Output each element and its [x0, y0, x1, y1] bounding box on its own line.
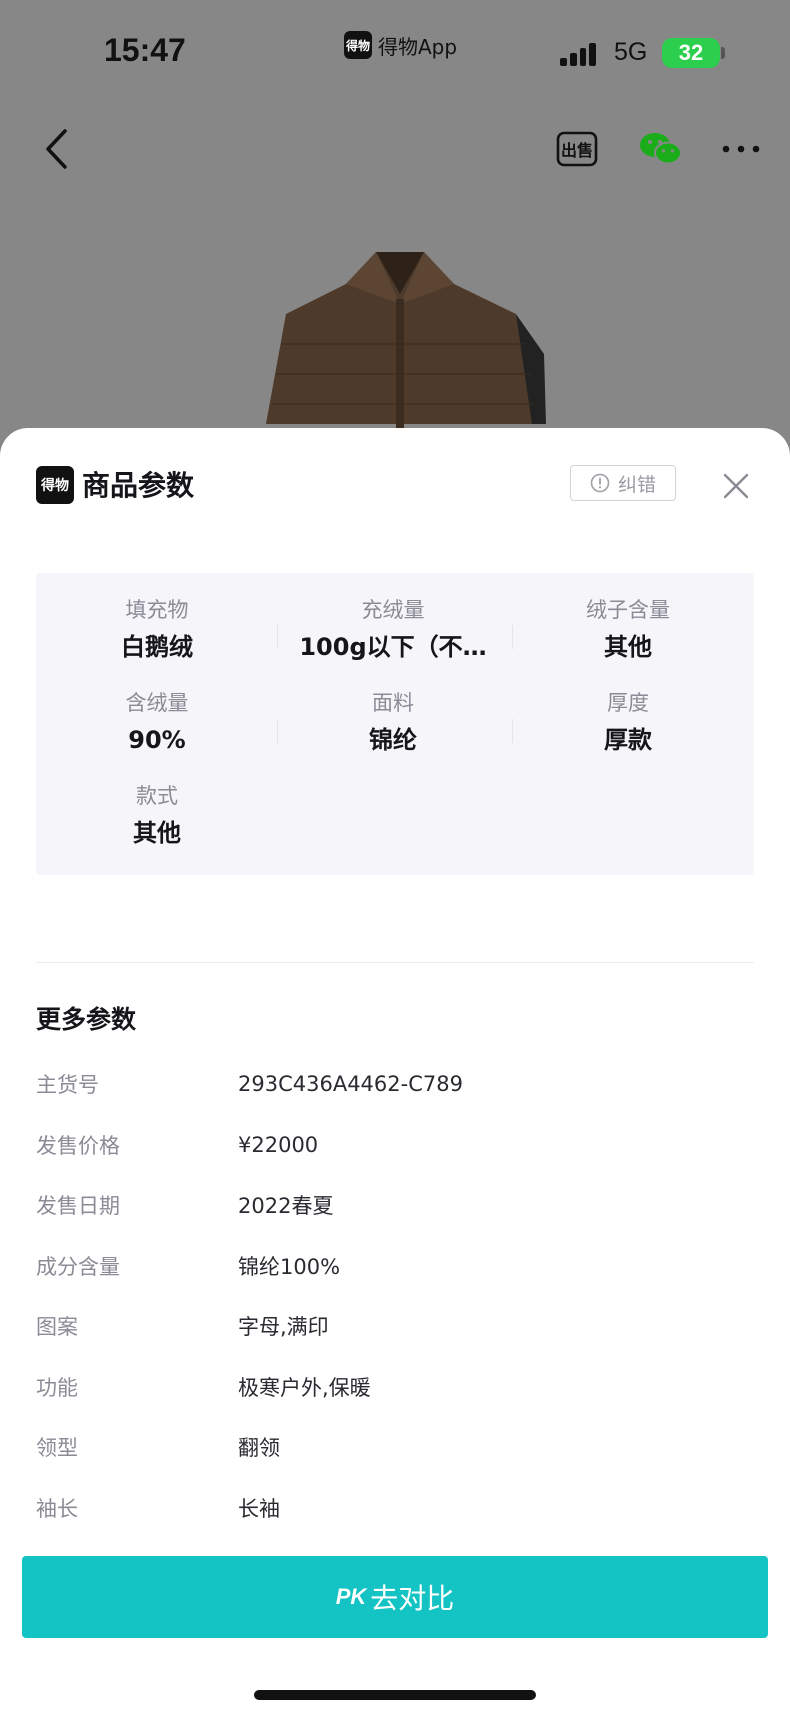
spec-row: 袖长 长袖	[36, 1488, 754, 1528]
signal-icon	[560, 42, 596, 66]
spec-row: 领型 翻领	[36, 1427, 754, 1467]
spec-row: 成分含量 锦纶100%	[36, 1246, 754, 1286]
battery-tip	[721, 47, 725, 59]
key-param-label: 厚度	[607, 691, 649, 715]
status-time: 15:47	[104, 32, 186, 68]
spec-label: 领型	[36, 1436, 78, 1460]
key-param-value: 厚款	[604, 726, 652, 754]
spec-label: 发售日期	[36, 1194, 120, 1218]
key-param-value: 100g以下（不…	[299, 633, 487, 661]
product-page-backdrop: 15:47 得物 得物App 5G 32 出售	[0, 0, 790, 469]
key-param-label: 款式	[136, 784, 178, 808]
spec-value: 锦纶100%	[238, 1255, 341, 1279]
spec-label: 主货号	[36, 1073, 99, 1097]
more-dots-icon	[722, 145, 760, 153]
spec-row: 主货号 293C436A4462-C789	[36, 1064, 754, 1104]
report-error-button[interactable]: 纠错	[570, 465, 676, 501]
battery-level: 32	[678, 40, 704, 65]
pk-compare-label: 去对比	[370, 1583, 455, 1614]
app-logo: 得物	[344, 31, 372, 59]
key-param-item: 款式 其他	[40, 781, 274, 851]
chevron-left-icon	[46, 129, 67, 169]
network-type: 5G	[614, 38, 648, 66]
spec-value: ¥22000	[238, 1133, 319, 1157]
dewu-logo: 得物	[36, 466, 74, 504]
back-button[interactable]	[36, 124, 76, 174]
home-indicator[interactable]	[254, 1690, 536, 1700]
key-param-item: 填充物 白鹅绒	[40, 595, 274, 665]
key-param-value: 锦纶	[369, 726, 417, 754]
key-param-label: 绒子含量	[586, 598, 670, 622]
key-param-item: 绒子含量 其他	[511, 595, 745, 665]
key-param-item: 含绒量 90%	[40, 688, 274, 758]
more-button[interactable]	[716, 124, 766, 174]
spec-row: 发售价格 ¥22000	[36, 1125, 754, 1165]
key-param-value: 白鹅绒	[121, 633, 193, 661]
key-param-label: 充绒量	[361, 598, 425, 622]
key-params-panel: 填充物 白鹅绒 充绒量 100g以下（不… 绒子含量 其他 含绒量 90% 面料…	[36, 573, 754, 875]
spec-row: 功能 极寒户外,保暖	[36, 1367, 754, 1407]
wechat-share-button[interactable]	[636, 124, 686, 174]
spec-row: 图案 字母,满印	[36, 1306, 754, 1346]
key-param-label: 填充物	[125, 598, 189, 622]
spec-value: 长袖	[238, 1497, 280, 1521]
close-button[interactable]	[716, 466, 756, 506]
spec-value: 2022春夏	[238, 1194, 334, 1218]
key-param-item: 充绒量 100g以下（不…	[276, 595, 510, 665]
close-icon	[723, 473, 749, 499]
sell-button[interactable]: 出售	[552, 124, 602, 174]
spec-value: 字母,满印	[238, 1315, 329, 1339]
key-param-label: 含绒量	[125, 691, 189, 715]
spec-label: 功能	[36, 1376, 78, 1400]
sell-icon: 出售	[556, 131, 598, 167]
status-app-name: 得物App	[378, 34, 458, 59]
alert-circle-icon	[590, 473, 610, 493]
battery-icon: 32	[662, 38, 720, 68]
sell-icon-text: 出售	[561, 141, 593, 160]
key-param-value: 其他	[604, 633, 652, 661]
key-param-item: 面料 锦纶	[276, 688, 510, 758]
spec-label: 图案	[36, 1315, 78, 1339]
pk-compare-button[interactable]: PK 去对比	[22, 1556, 768, 1638]
sheet-title: 商品参数	[82, 469, 195, 502]
status-app-indicator: 得物 得物App	[344, 30, 457, 60]
status-bar: 15:47 得物 得物App 5G 32	[0, 0, 790, 100]
spec-value: 极寒户外,保暖	[238, 1376, 371, 1400]
spec-label: 袖长	[36, 1497, 78, 1521]
product-params-sheet: 得物 商品参数 纠错 填充物 白鹅绒 充绒量 100g以下（不… 绒子含量 其他…	[0, 428, 790, 1712]
key-param-item: 厚度 厚款	[511, 688, 745, 758]
spec-value: 翻领	[238, 1436, 280, 1460]
spec-value: 293C436A4462-C789	[238, 1072, 463, 1096]
spec-row: 发售日期 2022春夏	[36, 1185, 754, 1225]
key-param-label: 面料	[372, 691, 414, 715]
report-error-label: 纠错	[617, 473, 656, 496]
pk-badge: PK	[335, 1584, 367, 1609]
spec-label: 成分含量	[36, 1255, 120, 1279]
more-params-title: 更多参数	[36, 1005, 137, 1034]
spec-label: 发售价格	[36, 1134, 120, 1158]
wechat-icon	[640, 133, 682, 165]
key-param-value: 其他	[133, 819, 181, 847]
key-param-value: 90%	[128, 726, 186, 754]
section-divider	[36, 962, 754, 963]
